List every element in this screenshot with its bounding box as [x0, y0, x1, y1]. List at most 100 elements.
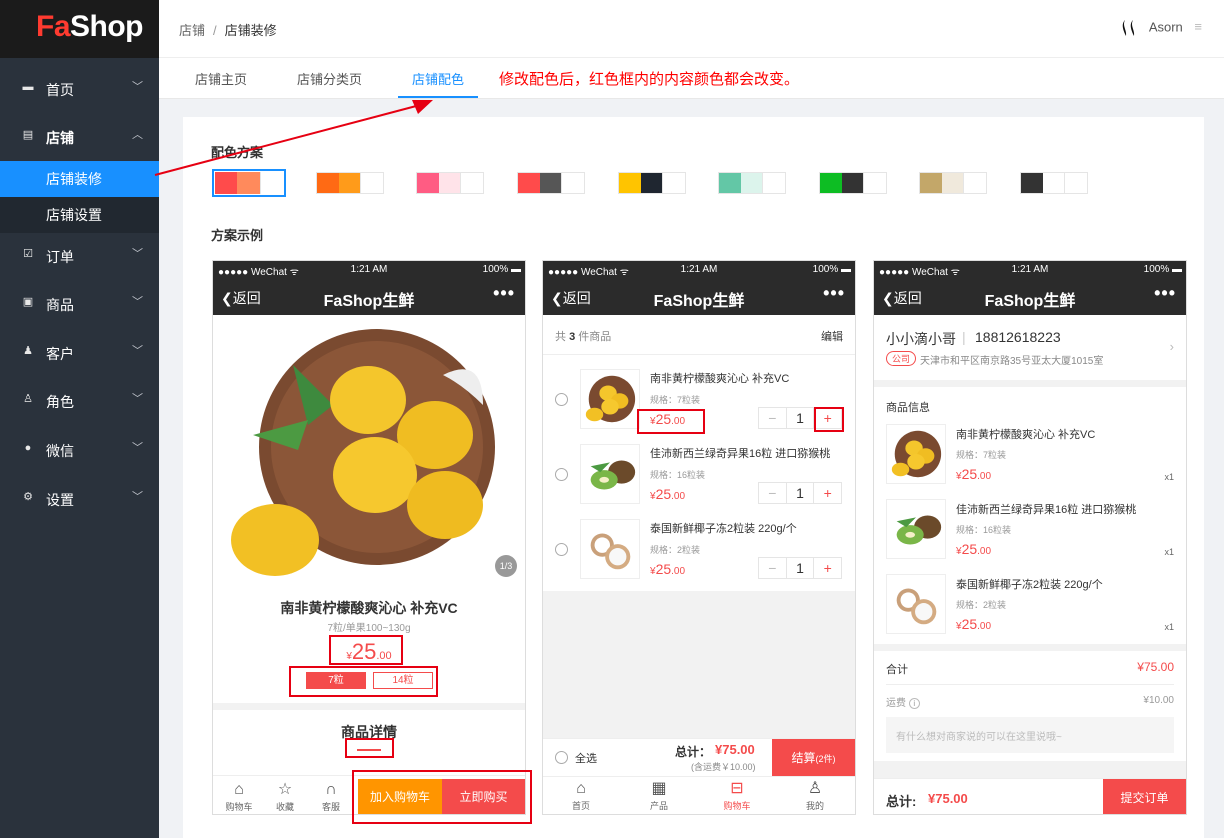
sidebar-item-label: 店铺 [46, 130, 74, 146]
tab-store-home[interactable]: 店铺主页 [195, 69, 247, 88]
sidebar-item-goods[interactable]: ▣ 商品 ﹀ [0, 279, 159, 328]
item-select-radio[interactable] [555, 543, 568, 556]
tab-favorite[interactable]: ☆ 收藏 [271, 780, 299, 813]
phone-nav-bar: ❮返回 FaShop生鲜 ••• [874, 279, 1186, 315]
color-swatch [539, 173, 562, 193]
color-scheme-option[interactable] [618, 172, 686, 194]
breadcrumb-store[interactable]: 店铺 [179, 23, 205, 38]
quantity-stepper[interactable]: −1 + [758, 557, 842, 579]
color-scheme-option[interactable] [1020, 172, 1088, 194]
freight-label: 运费 i [886, 694, 920, 709]
tab-store-category[interactable]: 店铺分类页 [297, 69, 362, 88]
tab-cart[interactable]: ⊟ 购物车 [719, 779, 755, 812]
edit-button[interactable]: 编辑 [821, 328, 843, 344]
sidebar-item-home[interactable]: ▬ 首页 ﹀ [0, 64, 159, 113]
submit-order-button[interactable]: 提交订单 [1103, 779, 1186, 814]
annotation-box-plus [814, 407, 844, 432]
quantity-stepper[interactable]: −1 + [758, 482, 842, 504]
sidebar-item-label: 商品 [46, 297, 74, 313]
sidebar-item-orders[interactable]: ☑ 订单 ﹀ [0, 231, 159, 280]
phone-preview-product: ●●●●● WeChat ᯤ 1:21 AM 100% ▬ ❮返回 FaShop生鲜 •… [212, 260, 526, 815]
item-qty: x1 [1164, 472, 1174, 482]
item-name: 南非黄柠檬酸爽沁心 补充VC [956, 429, 1096, 441]
user-menu[interactable]: Asorn ≡ [1120, 18, 1202, 38]
sidebar-item-label: 首页 [46, 82, 74, 98]
more-icon[interactable]: ••• [493, 283, 515, 304]
breadcrumb-current: 店铺装修 [224, 23, 277, 38]
item-spec: 规格：16粒装 [650, 470, 706, 480]
message-input[interactable]: 有什么想对商家说的可以在这里说哦~ [886, 717, 1174, 753]
menu-icon: ≡ [1194, 19, 1202, 35]
status-bar: ●●●●● WeChat ᯤ 1:21 AM 100% ▬ [213, 261, 525, 279]
plus-button: + [813, 483, 841, 503]
logo[interactable]: FaShop [0, 0, 159, 58]
color-swatch [1064, 173, 1088, 193]
monitor-icon: ▬ [22, 81, 34, 93]
logo-text: FaShop [36, 10, 144, 43]
color-scheme-option[interactable] [316, 172, 384, 194]
item-price: ¥25.00 [956, 466, 992, 482]
color-swatch [920, 173, 942, 193]
select-all-radio[interactable] [555, 751, 568, 764]
annotation-box-buttons [352, 770, 532, 824]
checkout-button[interactable]: 结算(2件) [772, 739, 855, 777]
sidebar-item-customers[interactable]: ♟ 客户 ﹀ [0, 328, 159, 377]
tab-store-color[interactable]: 店铺配色 [412, 69, 464, 88]
color-scheme-option[interactable] [819, 172, 887, 194]
phone-preview-order: ●●●●● WeChat ᯤ 1:21 AM 100% ▬ ❮返回 FaShop生鲜 •… [873, 260, 1187, 815]
color-scheme-option[interactable] [517, 172, 585, 194]
color-swatch [237, 172, 260, 194]
tab-home[interactable]: ⌂ 首页 [563, 779, 599, 812]
phone-preview-cart: ●●●●● WeChat ᯤ 1:21 AM 100% ▬ ❮返回 FaShop生鲜 •… [542, 260, 856, 815]
status-bar: ●●●●● WeChat ᯤ 1:21 AM 100% ▬ [543, 261, 855, 279]
color-scheme-option[interactable] [416, 172, 484, 194]
tab-products[interactable]: ▦ 产品 [641, 779, 677, 812]
color-scheme-option[interactable] [718, 172, 786, 194]
item-select-radio[interactable] [555, 468, 568, 481]
color-swatch [438, 173, 461, 193]
cart-icon: ⌂ [234, 781, 244, 798]
recipient-name: 小小滴小哥 [886, 331, 956, 347]
tab-mine[interactable]: ♙ 我的 [797, 779, 833, 812]
sidebar-item-wechat[interactable]: ● 微信 ﹀ [0, 425, 159, 474]
more-icon[interactable]: ••• [823, 283, 845, 304]
address-card[interactable]: 小小滴小哥 | 18812618223 公司 天津市和平区南京路35号亚太大厦1… [874, 315, 1186, 380]
star-icon: ☆ [277, 781, 293, 798]
sidebar-item-settings[interactable]: ⚙ 设置 ﹀ [0, 474, 159, 523]
color-scheme-option[interactable] [212, 169, 286, 197]
sidebar-subitem-store-decoration[interactable]: 店铺装修 [0, 161, 159, 197]
item-spec: 规格：2粒装 [650, 545, 701, 555]
top-bar: 店铺 / 店铺装修 Asorn ≡ [159, 0, 1224, 58]
sidebar-subitem-store-settings[interactable]: 店铺设置 [0, 197, 159, 233]
product-image [213, 315, 525, 583]
role-icon: ♙ [23, 393, 33, 405]
chevron-down-icon: ﹀ [132, 345, 143, 357]
tab-service[interactable]: ∩ 客服 [317, 780, 345, 813]
more-icon[interactable]: ••• [1154, 283, 1176, 304]
gear-icon: ⚙ [23, 491, 33, 503]
minus-button: − [759, 408, 787, 428]
item-name: 佳沛新西兰绿奇异果16粒 进口猕猴桃 [650, 448, 831, 460]
sidebar-item-store[interactable]: ▤ 店铺 ︿ [0, 112, 159, 161]
color-swatch [1021, 173, 1043, 193]
plus-button: + [813, 558, 841, 578]
scheme-title: 配色方案 [211, 145, 264, 160]
tab-active-indicator [398, 96, 478, 98]
chevron-down-icon: ﹀ [132, 248, 143, 260]
item-spec: 规格：7粒装 [956, 450, 1007, 460]
chevron-down-icon: ﹀ [132, 296, 143, 308]
sidebar-item-roles[interactable]: ♙ 角色 ﹀ [0, 376, 159, 425]
color-swatch [259, 172, 283, 194]
color-scheme-option[interactable] [919, 172, 987, 194]
cart-total: ¥75.00 [715, 742, 755, 757]
example-title: 方案示例 [211, 228, 264, 243]
divider [213, 703, 525, 710]
goods-icon: ▣ [22, 296, 34, 308]
chevron-down-icon: ﹀ [132, 442, 143, 454]
tab-cart[interactable]: ⌂ 购物车 [225, 780, 253, 813]
subtotal-value: ¥75.00 [1137, 660, 1174, 674]
item-thumbnail [886, 424, 946, 484]
color-swatch [619, 173, 641, 193]
item-select-radio[interactable] [555, 393, 568, 406]
item-name: 佳沛新西兰绿奇异果16粒 进口猕猴桃 [956, 504, 1137, 516]
